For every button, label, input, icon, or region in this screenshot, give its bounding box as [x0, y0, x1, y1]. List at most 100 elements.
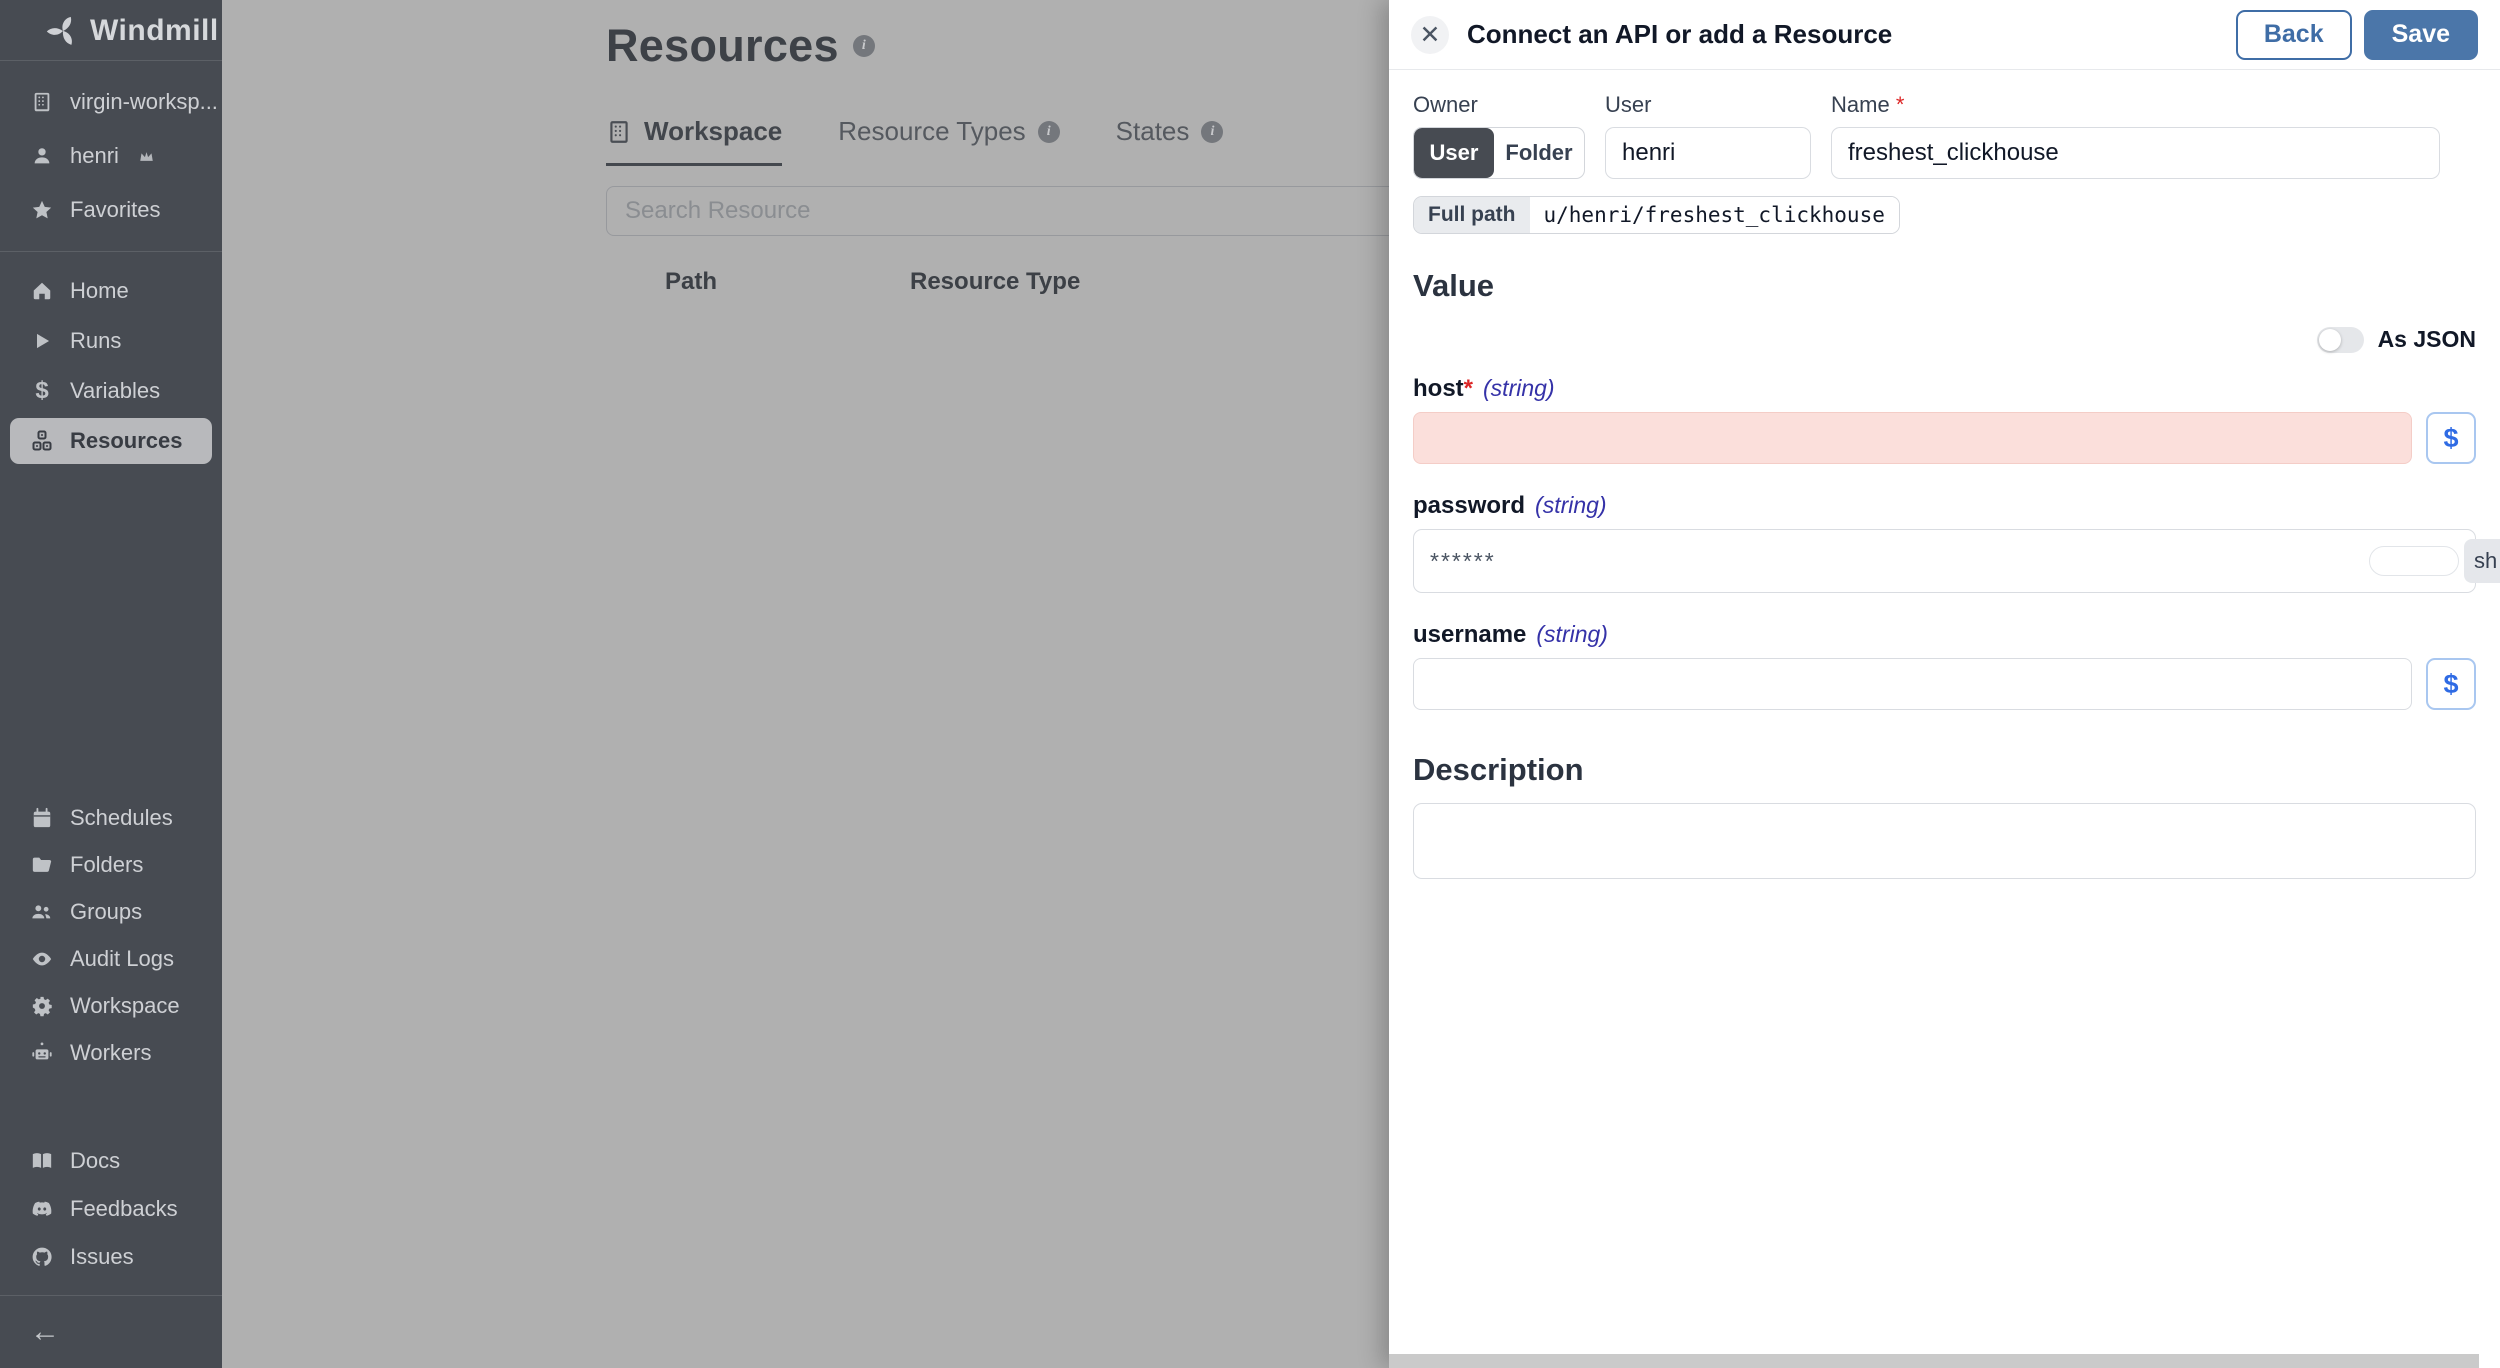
sidebar-item-workspace-settings[interactable]: Workspace: [0, 982, 222, 1029]
nav-label: Folders: [70, 851, 144, 877]
nav-admin: Schedules Folders Groups Audit Logs Work…: [0, 780, 222, 1090]
name-field: Name *: [1831, 92, 2440, 179]
user-name: henri: [70, 143, 119, 168]
host-label-row: host* (string): [1413, 375, 2476, 403]
host-input[interactable]: [1413, 412, 2412, 464]
sidebar-item-groups[interactable]: Groups: [0, 888, 222, 935]
play-icon: [30, 329, 54, 353]
scrollbar-thumb[interactable]: [1389, 1354, 2479, 1368]
collapse-sidebar-button[interactable]: ←: [0, 1296, 222, 1368]
owner-option-folder[interactable]: Folder: [1494, 128, 1584, 178]
sidebar-item-folders[interactable]: Folders: [0, 841, 222, 888]
toggle-knob: [2318, 328, 2341, 351]
sidebar: Windmill virgin-worksp... henri Favorite…: [0, 0, 222, 1368]
page-title: Resources: [606, 20, 839, 71]
gear-icon: [30, 994, 54, 1018]
nav-label: Feedbacks: [70, 1196, 178, 1221]
user-menu[interactable]: henri: [0, 129, 222, 183]
tab-workspace[interactable]: Workspace: [606, 116, 783, 166]
sidebar-item-docs[interactable]: Docs: [0, 1137, 222, 1185]
password-masked-value: ******: [1430, 547, 1496, 574]
sidebar-item-schedules[interactable]: Schedules: [0, 794, 222, 841]
save-button[interactable]: Save: [2363, 9, 2478, 60]
as-json-row: As JSON: [1413, 326, 2476, 353]
nav-label: Schedules: [70, 804, 173, 830]
password-input[interactable]: ****** sh: [1413, 529, 2500, 593]
nav-label: Groups: [70, 898, 143, 924]
nav-label: Runs: [70, 328, 122, 353]
variable-picker-icon[interactable]: $: [2426, 412, 2476, 464]
workspace-group: virgin-worksp... henri Favorites: [0, 61, 222, 251]
info-icon: i: [1037, 120, 1060, 143]
host-type: (string): [1483, 375, 1555, 401]
sidebar-item-workers[interactable]: Workers: [0, 1029, 222, 1076]
nav-label: Audit Logs: [70, 945, 174, 971]
nav-label: Workers: [70, 1039, 152, 1065]
tab-resource-types[interactable]: Resource Types i: [838, 116, 1060, 166]
as-json-toggle[interactable]: [2316, 326, 2364, 353]
horizontal-scrollbar[interactable]: [1389, 1354, 2500, 1368]
variable-picker-icon[interactable]: $: [2426, 658, 2476, 710]
tab-label: Resource Types: [838, 116, 1026, 146]
building-icon: [606, 119, 632, 145]
users-icon: [30, 900, 54, 924]
name-label: Name *: [1831, 92, 1905, 117]
sidebar-item-runs[interactable]: Runs: [0, 316, 222, 366]
drawer-header: ✕ Connect an API or add a Resource Back …: [1389, 0, 2500, 70]
description-textarea[interactable]: [1413, 803, 2476, 879]
nav-label: Home: [70, 278, 129, 303]
info-icon: i: [1201, 120, 1224, 143]
username-label-row: username (string): [1413, 621, 2476, 649]
user-label: User: [1605, 92, 1652, 117]
username-type: (string): [1536, 621, 1608, 647]
nav-label: Resources: [70, 428, 183, 453]
favorites-label: Favorites: [70, 197, 161, 222]
full-path-chip: Full path: [1414, 197, 1530, 233]
sidebar-item-audit-logs[interactable]: Audit Logs: [0, 935, 222, 982]
close-icon[interactable]: ✕: [1411, 15, 1449, 54]
workspace-switcher[interactable]: virgin-worksp...: [0, 75, 222, 129]
nav-label: Issues: [70, 1244, 134, 1269]
crown-icon: [139, 150, 154, 163]
name-input[interactable]: [1831, 127, 2440, 179]
robot-icon: [30, 1041, 54, 1065]
calendar-icon: [30, 806, 54, 830]
home-icon: [30, 279, 54, 303]
owner-option-user[interactable]: User: [1414, 128, 1494, 178]
required-asterisk: *: [1463, 375, 1474, 402]
sidebar-item-issues[interactable]: Issues: [0, 1233, 222, 1281]
arrow-left-icon: ←: [30, 1315, 60, 1348]
info-icon[interactable]: i: [852, 35, 875, 57]
host-label: host*: [1413, 375, 1474, 402]
sidebar-item-resources[interactable]: Resources: [10, 418, 212, 464]
tab-label: Workspace: [644, 116, 783, 146]
username-input-row: $: [1413, 658, 2476, 710]
full-path-value: u/henri/freshest_clickhouse: [1529, 197, 1899, 233]
back-button[interactable]: Back: [2235, 9, 2352, 60]
discord-icon: [30, 1197, 54, 1221]
windmill-logo-icon: [46, 14, 80, 48]
full-path: Full path u/henri/freshest_clickhouse: [1413, 196, 1900, 234]
folder-icon: [30, 853, 54, 877]
description-heading: Description: [1413, 752, 1584, 787]
column-header-resource-type: Resource Type: [910, 268, 1081, 295]
tab-states[interactable]: States i: [1116, 116, 1224, 166]
sidebar-item-variables[interactable]: $ Variables: [0, 366, 222, 416]
workspace-name: virgin-worksp...: [70, 89, 218, 114]
username-input[interactable]: [1413, 658, 2412, 710]
dollar-icon: $: [35, 377, 49, 404]
tab-label: States: [1115, 116, 1190, 146]
nav-label: Workspace: [70, 992, 180, 1018]
password-inner-pill[interactable]: [2369, 546, 2459, 576]
resource-drawer: ✕ Connect an API or add a Resource Back …: [1389, 0, 2500, 1368]
user-icon: [30, 144, 54, 168]
sidebar-item-favorites[interactable]: Favorites: [0, 183, 222, 237]
show-password-button[interactable]: sh: [2464, 539, 2500, 583]
nav-primary: Home Runs $ Variables Resources: [0, 252, 222, 480]
user-field: User: [1605, 92, 1811, 179]
nav-label: Docs: [70, 1148, 121, 1173]
sidebar-item-home[interactable]: Home: [0, 266, 222, 316]
sidebar-item-feedbacks[interactable]: Feedbacks: [0, 1185, 222, 1233]
user-input[interactable]: [1605, 127, 1811, 179]
